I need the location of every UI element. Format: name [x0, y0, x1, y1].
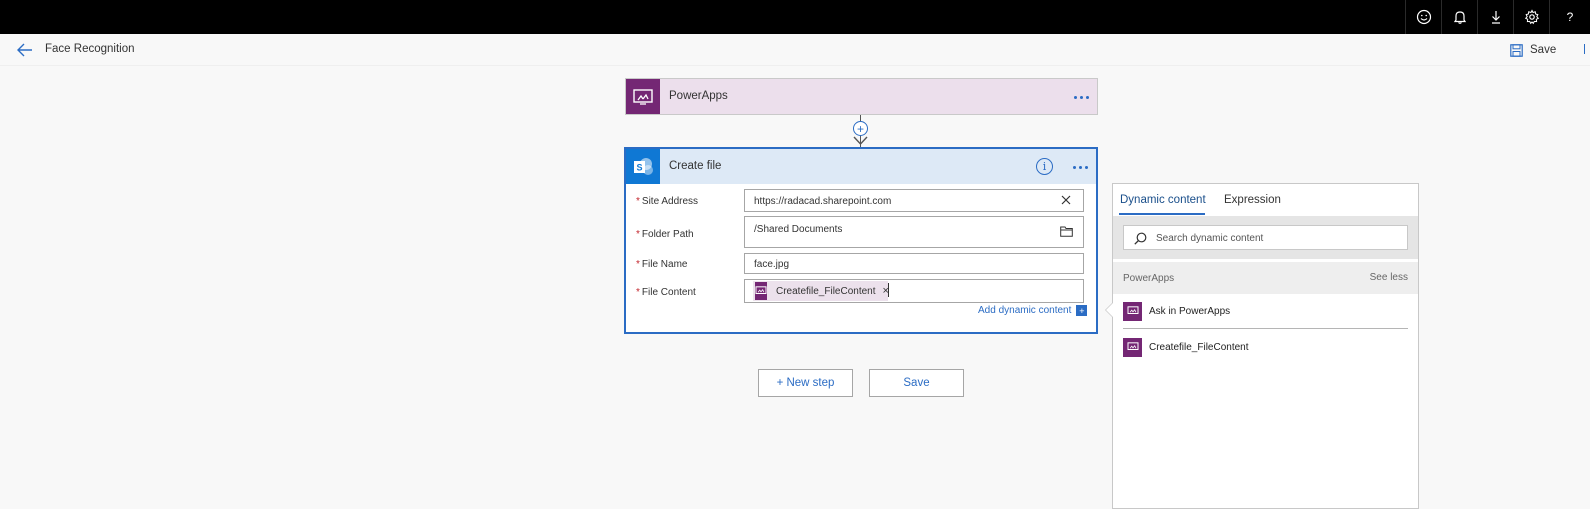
dynamic-item-ask-in-powerapps[interactable]: Ask in PowerApps [1123, 300, 1408, 322]
overflow-edge-icon [1584, 44, 1590, 54]
smiley-icon[interactable] [1405, 0, 1441, 34]
active-tab-indicator [1119, 213, 1205, 215]
search-box[interactable] [1123, 225, 1408, 250]
dynamic-item-label: Createfile_FileContent [1149, 341, 1249, 353]
help-icon[interactable]: ? [1549, 0, 1590, 34]
file-content-input[interactable]: Createfile_FileContent × [744, 279, 1084, 303]
new-step-button[interactable]: + New step [758, 369, 853, 397]
see-less-link[interactable]: See less [1370, 272, 1408, 283]
bell-icon[interactable] [1441, 0, 1477, 34]
tab-dynamic-content[interactable]: Dynamic content [1120, 194, 1206, 206]
save-top-label: Save [1530, 44, 1557, 56]
folder-path-input[interactable]: /Shared Documents [744, 216, 1084, 248]
powerapps-trigger-card[interactable]: PowerApps [625, 78, 1098, 115]
connector-arrow-icon [853, 136, 868, 146]
site-address-value: https://radacad.sharepoint.com [754, 196, 892, 207]
site-address-label: * Site Address [636, 196, 699, 207]
svg-text:S: S [636, 162, 642, 172]
dynamic-token[interactable]: Createfile_FileContent × [753, 281, 889, 301]
powerapps-section-header: PowerApps See less [1113, 262, 1418, 294]
save-disk-icon [1510, 43, 1523, 57]
search-dynamic-input[interactable] [1156, 229, 1401, 247]
panel-tabs: Dynamic content Expression [1113, 184, 1418, 216]
powerapps-item-icon [1123, 301, 1142, 321]
trigger-more-icon[interactable] [1074, 96, 1089, 99]
page-title: Face Recognition [45, 43, 135, 55]
help-label: ? [1566, 10, 1574, 24]
file-name-value: face.jpg [754, 259, 790, 270]
add-dynamic-plus-icon: + [1076, 305, 1088, 316]
search-zone [1113, 216, 1418, 259]
file-content-label: * File Content [636, 287, 696, 298]
item-divider [1123, 328, 1408, 329]
dynamic-content-panel: Dynamic content Expression PowerApps See… [1105, 183, 1419, 509]
trigger-title: PowerApps [669, 90, 728, 102]
save-button[interactable]: Save [869, 369, 964, 397]
sharepoint-icon: S [626, 149, 660, 184]
info-icon[interactable]: i [1036, 158, 1053, 175]
powerapps-icon [626, 79, 660, 114]
folder-path-value: /Shared Documents [754, 224, 843, 235]
search-icon [1134, 232, 1147, 245]
save-top-button[interactable]: Save [1510, 42, 1556, 58]
action-title: Create file [669, 160, 722, 172]
add-dynamic-content-label: Add dynamic content [978, 305, 1072, 316]
folder-path-label: * Folder Path [636, 229, 694, 240]
powerapps-item-icon [1123, 337, 1142, 357]
tab-expression[interactable]: Expression [1224, 194, 1281, 206]
create-file-header[interactable]: S Create file i [626, 149, 1096, 184]
folder-icon[interactable] [1060, 226, 1073, 237]
site-address-input[interactable]: https://radacad.sharepoint.com [744, 189, 1084, 212]
powerapps-token-icon [755, 282, 767, 300]
text-caret [888, 283, 889, 297]
section-name: PowerApps [1123, 273, 1175, 284]
insert-step-plus-icon[interactable]: + [853, 121, 868, 136]
file-name-input[interactable]: face.jpg [744, 253, 1084, 274]
dynamic-item-createfile-filecontent[interactable]: Createfile_FileContent [1123, 336, 1408, 358]
download-icon[interactable] [1477, 0, 1513, 34]
header-bar: Face Recognition Save [0, 34, 1590, 66]
clear-x-icon[interactable] [1061, 195, 1071, 205]
file-name-label: * File Name [636, 259, 688, 270]
back-arrow-icon[interactable] [16, 42, 34, 58]
gear-icon[interactable] [1513, 0, 1549, 34]
action-more-icon[interactable] [1073, 166, 1088, 169]
dynamic-item-label: Ask in PowerApps [1149, 305, 1231, 317]
panel-pointer-inner [1106, 302, 1114, 318]
top-bar: ? [0, 0, 1590, 34]
add-dynamic-content-link[interactable]: Add dynamic content + [978, 305, 1088, 316]
token-label: Createfile_FileContent [776, 285, 876, 297]
create-file-card: S Create file i * Site Address https://ra… [624, 147, 1098, 334]
